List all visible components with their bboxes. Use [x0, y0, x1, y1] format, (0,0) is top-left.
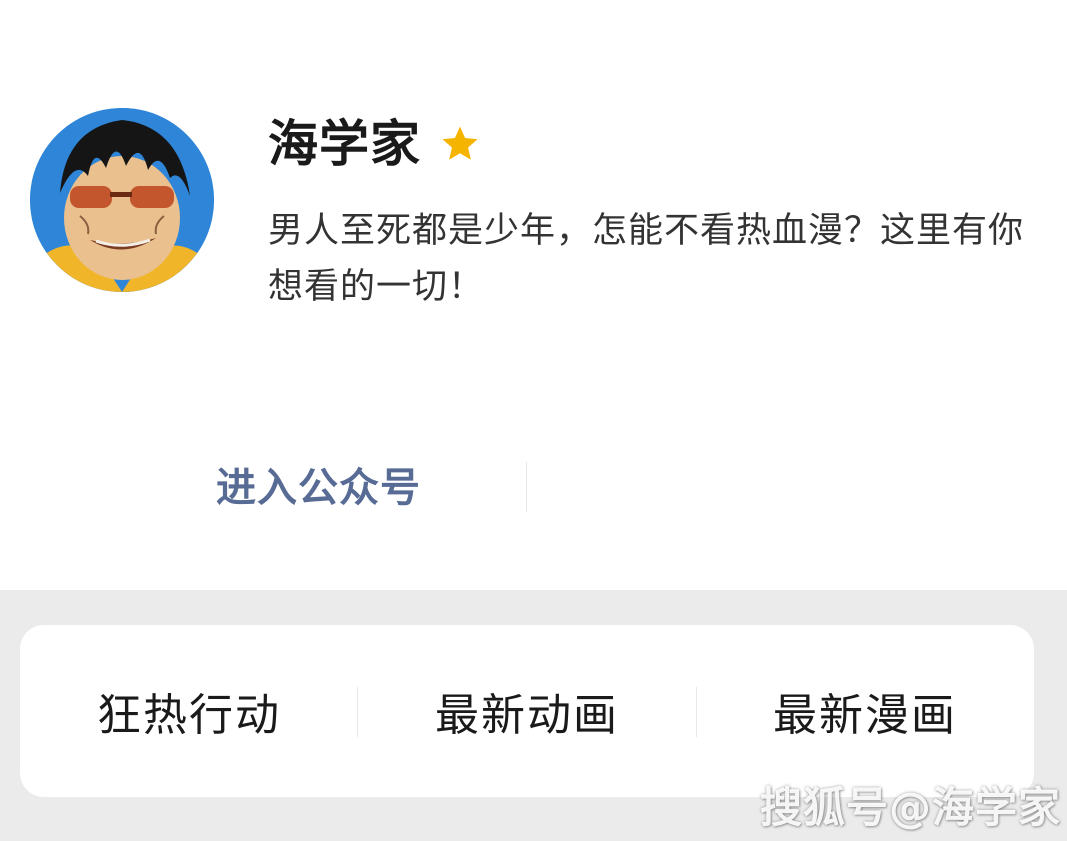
menu-bar: 狂热行动 最新动画 最新漫画 — [20, 625, 1034, 797]
star-icon — [439, 123, 481, 165]
menu-item-latest-manga[interactable]: 最新漫画 — [696, 625, 1034, 797]
menu-item-frenzy-action[interactable]: 狂热行动 — [20, 625, 358, 797]
account-bio: 男人至死都是少年，怎能不看热血漫？这里有你想看的一切！ — [268, 211, 1025, 307]
menu-item-latest-anime[interactable]: 最新动画 — [358, 625, 696, 797]
avatar[interactable] — [30, 108, 214, 292]
profile-card: 海学家 男人至死都是少年，怎能不看热血漫？这里有你想看的一切！ 进入公众号 — [0, 0, 1067, 590]
name-row: 海学家 — [268, 112, 481, 176]
action-divider — [526, 462, 527, 512]
watermark: 搜狐号@海学家 — [760, 783, 1062, 832]
avatar-image — [30, 108, 214, 292]
account-name: 海学家 — [268, 115, 421, 173]
enter-official-account-button[interactable]: 进入公众号 — [216, 458, 421, 518]
